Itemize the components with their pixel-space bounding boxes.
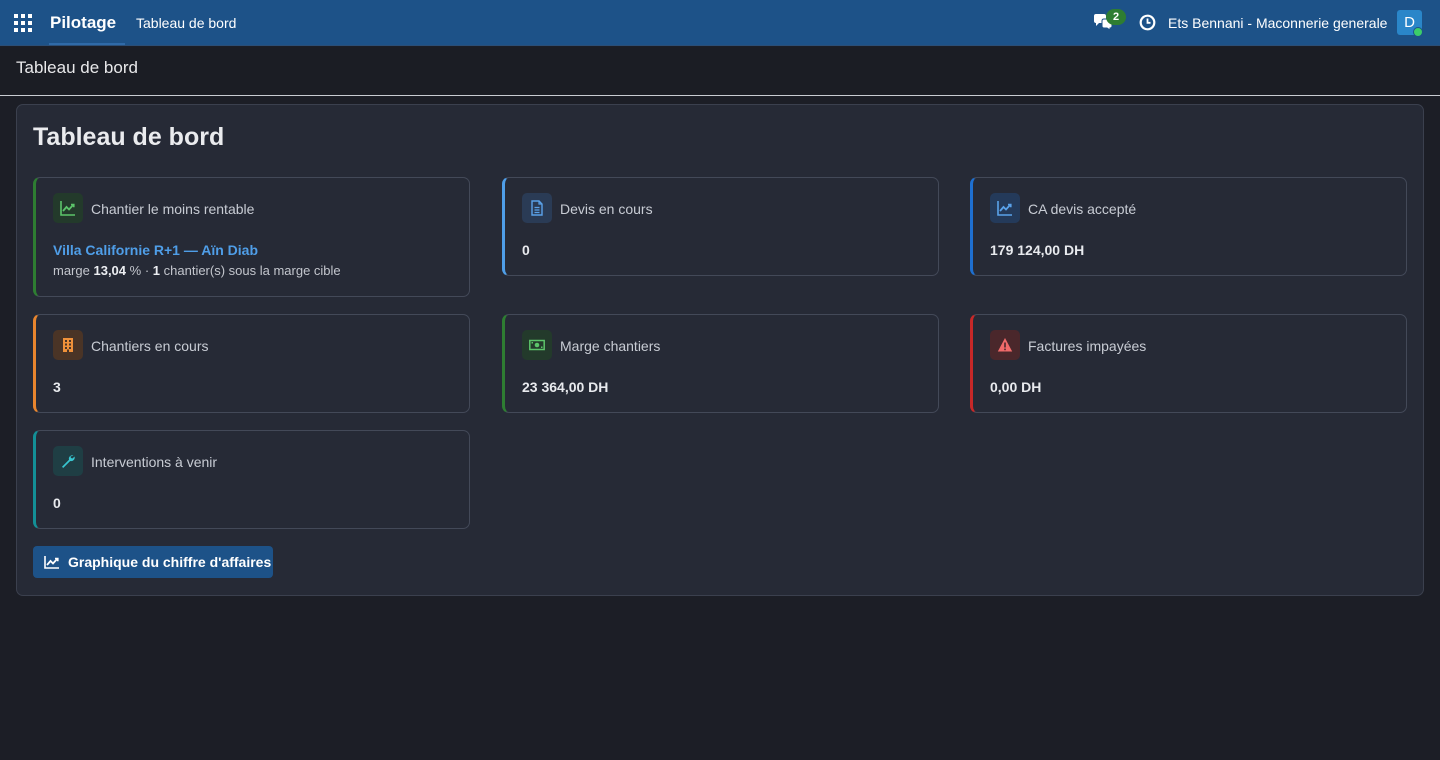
margin-prefix: marge [53,263,90,278]
revenue-chart-button-label: Graphique du chiffre d'affaires [68,554,272,570]
top-navbar: Pilotage Tableau de bord 2 Ets Bennani -… [0,0,1440,46]
document-icon [522,193,552,223]
card-label: CA devis accepté [1028,201,1137,217]
apps-grid-icon[interactable] [14,14,32,32]
card-accepted-quotes-revenue[interactable]: CA devis accepté 179 124,00 DH [970,177,1407,276]
breadcrumb: Tableau de bord [16,58,138,77]
card-value: 179 124,00 DH [990,242,1085,258]
control-panel: Tableau de bord [0,47,1440,96]
card-value: 23 364,00 DH [522,379,609,395]
card-label: Devis en cours [560,201,653,217]
wrench-icon [53,446,83,476]
margin-value: 13,04 [93,263,127,278]
below-target-count: 1 [152,263,161,278]
card-unpaid-invoices[interactable]: Factures impayées 0,00 DH [970,314,1407,413]
chart-line-icon [44,556,59,569]
money-icon [522,330,552,360]
card-label: Chantier le moins rentable [91,201,255,217]
margin-summary: marge 13,04 % · 1 chantier(s) sous la ma… [53,263,341,278]
warning-icon [990,330,1020,360]
clock-icon[interactable] [1139,14,1156,31]
card-value: 0 [53,495,61,511]
least-profitable-site-link[interactable]: Villa Californie R+1 — Aïn Diab [53,242,258,258]
card-value: 0 [522,242,530,258]
revenue-chart-button[interactable]: Graphique du chiffre d'affaires [33,546,273,578]
card-label: Factures impayées [1028,338,1147,354]
card-sites-margin[interactable]: Marge chantiers 23 364,00 DH [502,314,939,413]
card-label: Interventions à venir [91,454,218,470]
company-switcher[interactable]: Ets Bennani - Maconnerie generale [1168,15,1387,31]
card-label: Marge chantiers [560,338,661,354]
card-value: 3 [53,379,61,395]
dashboard-panel: Tableau de bord Chantier le moins rentab… [16,104,1424,596]
card-least-profitable-site: Chantier le moins rentable Villa Califor… [33,177,470,297]
card-quotes-in-progress[interactable]: Devis en cours 0 [502,177,939,276]
chart-line-icon [990,193,1020,223]
card-upcoming-interventions[interactable]: Interventions à venir 0 [33,430,470,529]
chart-line-icon [53,193,83,223]
nav-menu-dashboard[interactable]: Tableau de bord [136,15,236,31]
page-title: Tableau de bord [33,123,225,151]
app-brand[interactable]: Pilotage [50,13,116,33]
margin-suffix: chantier(s) sous la marge cible [163,263,341,278]
building-icon [53,330,83,360]
active-app-indicator [49,43,125,45]
chat-count-badge: 2 [1106,9,1126,25]
card-value: 0,00 DH [990,379,1042,395]
online-status-dot [1413,27,1423,37]
card-label: Chantiers en cours [91,338,209,354]
card-sites-in-progress[interactable]: Chantiers en cours 3 [33,314,470,413]
margin-mid: % · [129,263,150,278]
